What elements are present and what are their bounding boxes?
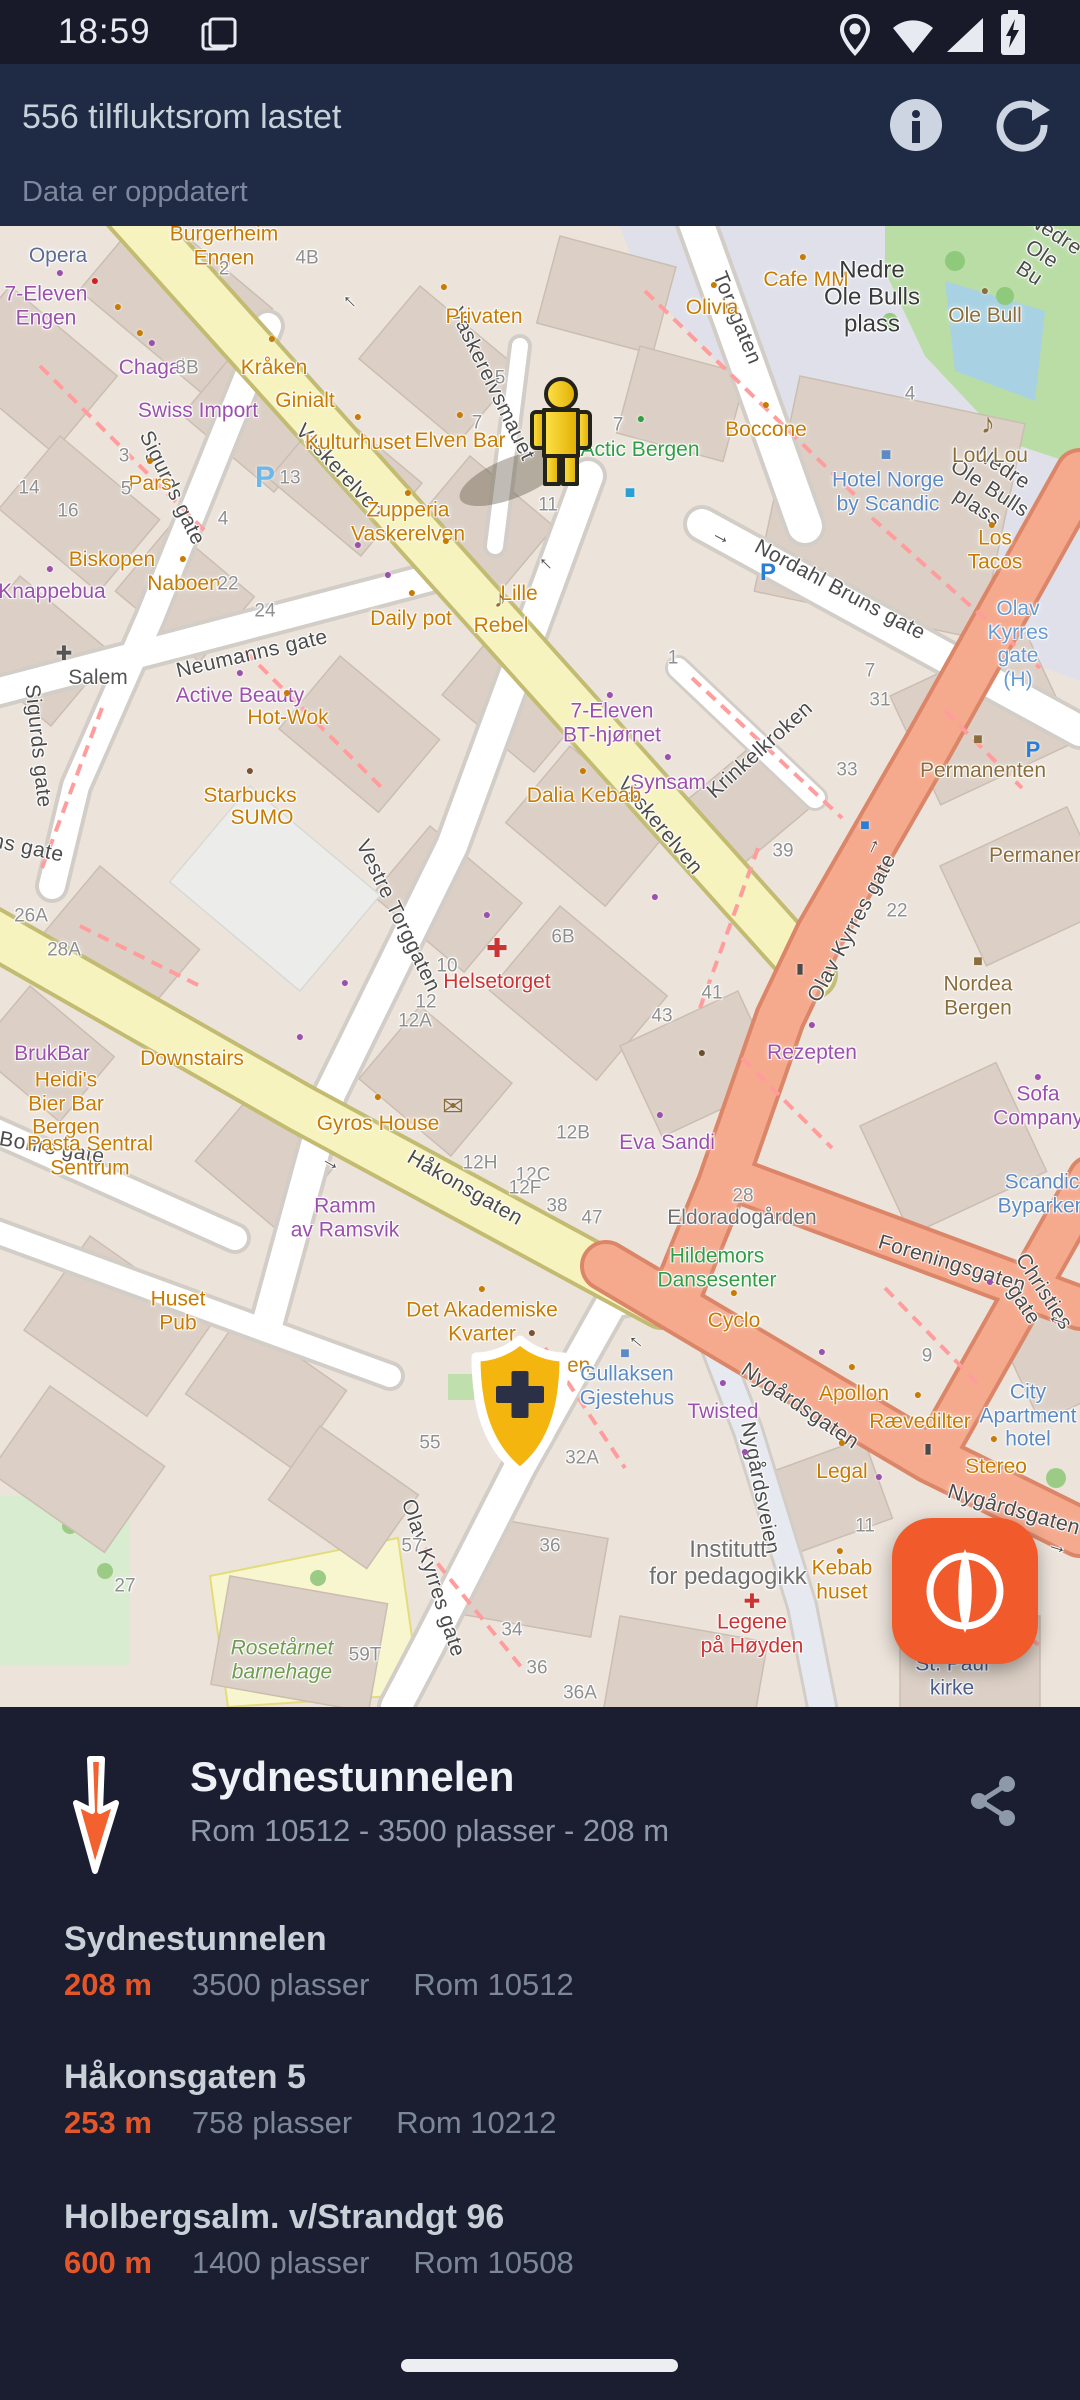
shelter-capacity: 3500 plasser — [192, 1967, 370, 2003]
app-bar-title: 556 tilfluktsrom lastet — [22, 98, 341, 137]
shelter-panel: Sydnestunnelen Rom 10512 - 3500 plasser … — [0, 1707, 1080, 2400]
shelter-marker[interactable] — [468, 1334, 572, 1492]
home-indicator[interactable] — [401, 2359, 678, 2372]
wifi-icon — [890, 18, 936, 54]
compass-button[interactable] — [892, 1518, 1038, 1664]
compass-icon — [892, 1518, 1038, 1664]
route-arrow-icon — [58, 1755, 134, 1875]
app-bar-subtitle: Data er oppdatert — [22, 176, 248, 209]
clock: 18:59 — [58, 12, 151, 52]
refresh-button[interactable] — [994, 97, 1050, 153]
share-button[interactable] — [968, 1773, 1020, 1829]
info-button[interactable] — [888, 97, 944, 153]
signal-icon — [945, 16, 985, 54]
shelter-list-item-name[interactable]: Håkonsgaten 5 — [64, 2058, 306, 2097]
shelter-distance: 253 m — [64, 2105, 152, 2141]
overlay-icon — [200, 16, 238, 52]
shelter-capacity: 1400 plasser — [192, 2245, 370, 2281]
status-bar: 18:59 — [0, 0, 1080, 64]
shelter-list-item-meta[interactable]: 208 m 3500 plasser Rom 10512 — [64, 1967, 574, 2003]
shelter-distance: 208 m — [64, 1967, 152, 2003]
shelter-list-item-meta[interactable]: 600 m 1400 plasser Rom 10508 — [64, 2245, 574, 2281]
person-marker[interactable] — [527, 376, 595, 488]
selected-shelter-title: Sydnestunnelen — [190, 1753, 514, 1801]
shelter-distance: 600 m — [64, 2245, 152, 2281]
shelter-room: Rom 10212 — [396, 2105, 556, 2141]
shelter-list-item-meta[interactable]: 253 m 758 plasser Rom 10212 — [64, 2105, 556, 2141]
location-icon — [838, 13, 872, 57]
shelter-capacity: 758 plasser — [192, 2105, 352, 2141]
map-canvas[interactable]: VaskerelvenVaskerelvsmauetVaskerelvenSig… — [0, 226, 1080, 1707]
selected-shelter-details: Rom 10512 - 3500 plasser - 208 m — [190, 1813, 669, 1849]
shelter-list-item-name[interactable]: Sydnestunnelen — [64, 1920, 327, 1959]
shelter-room: Rom 10508 — [413, 2245, 573, 2281]
shelter-room: Rom 10512 — [413, 1967, 573, 2003]
shelter-list-item-name[interactable]: Holbergsalm. v/Strandgt 96 — [64, 2198, 504, 2237]
app-bar: 556 tilfluktsrom lastet Data er oppdater… — [0, 64, 1080, 226]
battery-charging-icon — [998, 10, 1028, 56]
